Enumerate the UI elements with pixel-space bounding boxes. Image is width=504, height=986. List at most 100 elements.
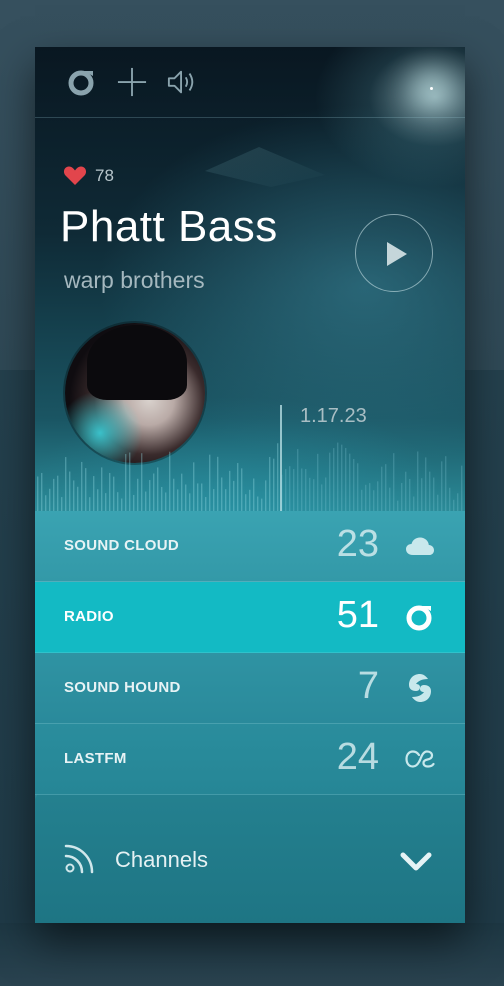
waveform-bar <box>233 480 235 511</box>
waveform-bar <box>461 465 463 511</box>
waveform-bar <box>101 467 103 511</box>
waveform-bar <box>273 458 275 511</box>
waveform-bar <box>453 499 455 511</box>
waveform-bar <box>89 497 91 511</box>
waveform-bar <box>85 468 87 511</box>
waveform-bar <box>409 478 411 511</box>
waveform-bar <box>413 496 415 511</box>
waveform-bar <box>161 486 163 511</box>
waveform-bar <box>305 469 307 511</box>
background-bottom <box>0 923 504 986</box>
waveform-bar <box>133 494 135 511</box>
waveform-bar <box>357 463 359 511</box>
likes-counter[interactable]: 78 <box>63 165 114 186</box>
waveform-bar <box>309 477 311 511</box>
source-row-lastfm[interactable]: LASTFM 24 <box>35 724 465 795</box>
waveform-bar <box>173 478 175 511</box>
waveform-bar <box>125 454 127 511</box>
waveform-bar <box>381 466 383 511</box>
waveform-bar <box>289 466 291 511</box>
top-toolbar <box>35 47 465 118</box>
waveform-bar <box>317 453 319 511</box>
waveform-bar <box>369 483 371 511</box>
waveform-bar <box>249 489 251 511</box>
waveform-bar <box>405 471 407 511</box>
background-ship <box>205 147 325 187</box>
waveform-bar <box>269 456 271 511</box>
play-button[interactable] <box>355 214 433 292</box>
track-duration: 1.17.23 <box>300 405 367 427</box>
source-count: 7 <box>357 665 379 707</box>
chevron-down-icon[interactable] <box>399 851 433 877</box>
volume-icon[interactable] <box>167 67 197 97</box>
radio-icon[interactable] <box>67 67 97 97</box>
rss-icon <box>63 841 97 879</box>
waveform-bar <box>349 453 351 511</box>
waveform-bar <box>241 468 243 511</box>
waveform-bar <box>313 479 315 511</box>
channels-label: Channels <box>115 847 208 872</box>
waveform-bar <box>77 486 79 511</box>
waveform-bar <box>321 484 323 511</box>
source-row-radio[interactable]: RADIO 51 <box>35 582 465 653</box>
waveform-bar <box>373 490 375 511</box>
source-count: 23 <box>336 523 379 565</box>
avatar-hair <box>87 325 187 400</box>
waveform[interactable] <box>35 437 465 511</box>
waveform-bar <box>257 496 259 511</box>
source-row-soundcloud[interactable]: SOUND CLOUD 23 <box>35 511 465 582</box>
waveform-bar <box>97 489 99 511</box>
waveform-bar <box>437 494 439 511</box>
waveform-bar <box>245 494 247 511</box>
source-count: 51 <box>336 594 379 636</box>
waveform-bar <box>141 453 143 511</box>
waveform-bar <box>157 467 159 511</box>
waveform-bar <box>105 493 107 511</box>
song-title: Phatt Bass <box>60 202 278 251</box>
waveform-bar <box>201 483 203 511</box>
waveform-bar <box>197 483 199 511</box>
channels-bar[interactable]: Channels <box>35 827 465 897</box>
heart-icon <box>63 166 87 185</box>
waveform-bar <box>93 476 95 511</box>
source-label: LASTFM <box>64 750 127 767</box>
waveform-bar <box>297 449 299 511</box>
waveform-bar <box>361 489 363 511</box>
waveform-bar <box>221 477 223 511</box>
player-card: 78 Phatt Bass warp brothers 1.17.23 SOUN… <box>35 47 465 923</box>
waveform-bar <box>73 480 75 511</box>
waveform-bar <box>153 473 155 511</box>
waveform-bar <box>117 492 119 511</box>
soundhound-icon <box>405 674 435 702</box>
waveform-bar <box>213 489 215 511</box>
hero-artwork: 78 Phatt Bass warp brothers 1.17.23 <box>35 47 465 511</box>
waveform-bar <box>225 489 227 511</box>
source-count: 24 <box>336 736 379 778</box>
source-row-soundhound[interactable]: SOUND HOUND 7 <box>35 653 465 724</box>
waveform-bar <box>69 471 71 511</box>
waveform-bar <box>41 472 43 511</box>
waveform-bar <box>177 489 179 511</box>
waveform-bar <box>129 452 131 511</box>
waveform-bar <box>401 483 403 511</box>
waveform-bar <box>45 495 47 511</box>
waveform-bar <box>181 473 183 511</box>
waveform-bar <box>421 478 423 511</box>
waveform-bar <box>389 487 391 511</box>
waveform-bar <box>353 458 355 511</box>
waveform-bar <box>65 457 67 511</box>
waveform-bar <box>365 484 367 511</box>
waveform-bar <box>397 500 399 511</box>
waveform-bar <box>169 451 171 511</box>
waveform-bar <box>377 481 379 511</box>
waveform-bar <box>109 472 111 511</box>
waveform-bar <box>189 493 191 511</box>
likes-count: 78 <box>95 165 114 185</box>
waveform-bar <box>149 480 151 511</box>
waveform-bar <box>209 454 211 511</box>
waveform-bar <box>113 476 115 511</box>
source-label: SOUND HOUND <box>64 679 181 696</box>
plus-icon[interactable] <box>117 67 147 97</box>
waveform-bar <box>137 478 139 511</box>
waveform-bar <box>277 443 279 511</box>
